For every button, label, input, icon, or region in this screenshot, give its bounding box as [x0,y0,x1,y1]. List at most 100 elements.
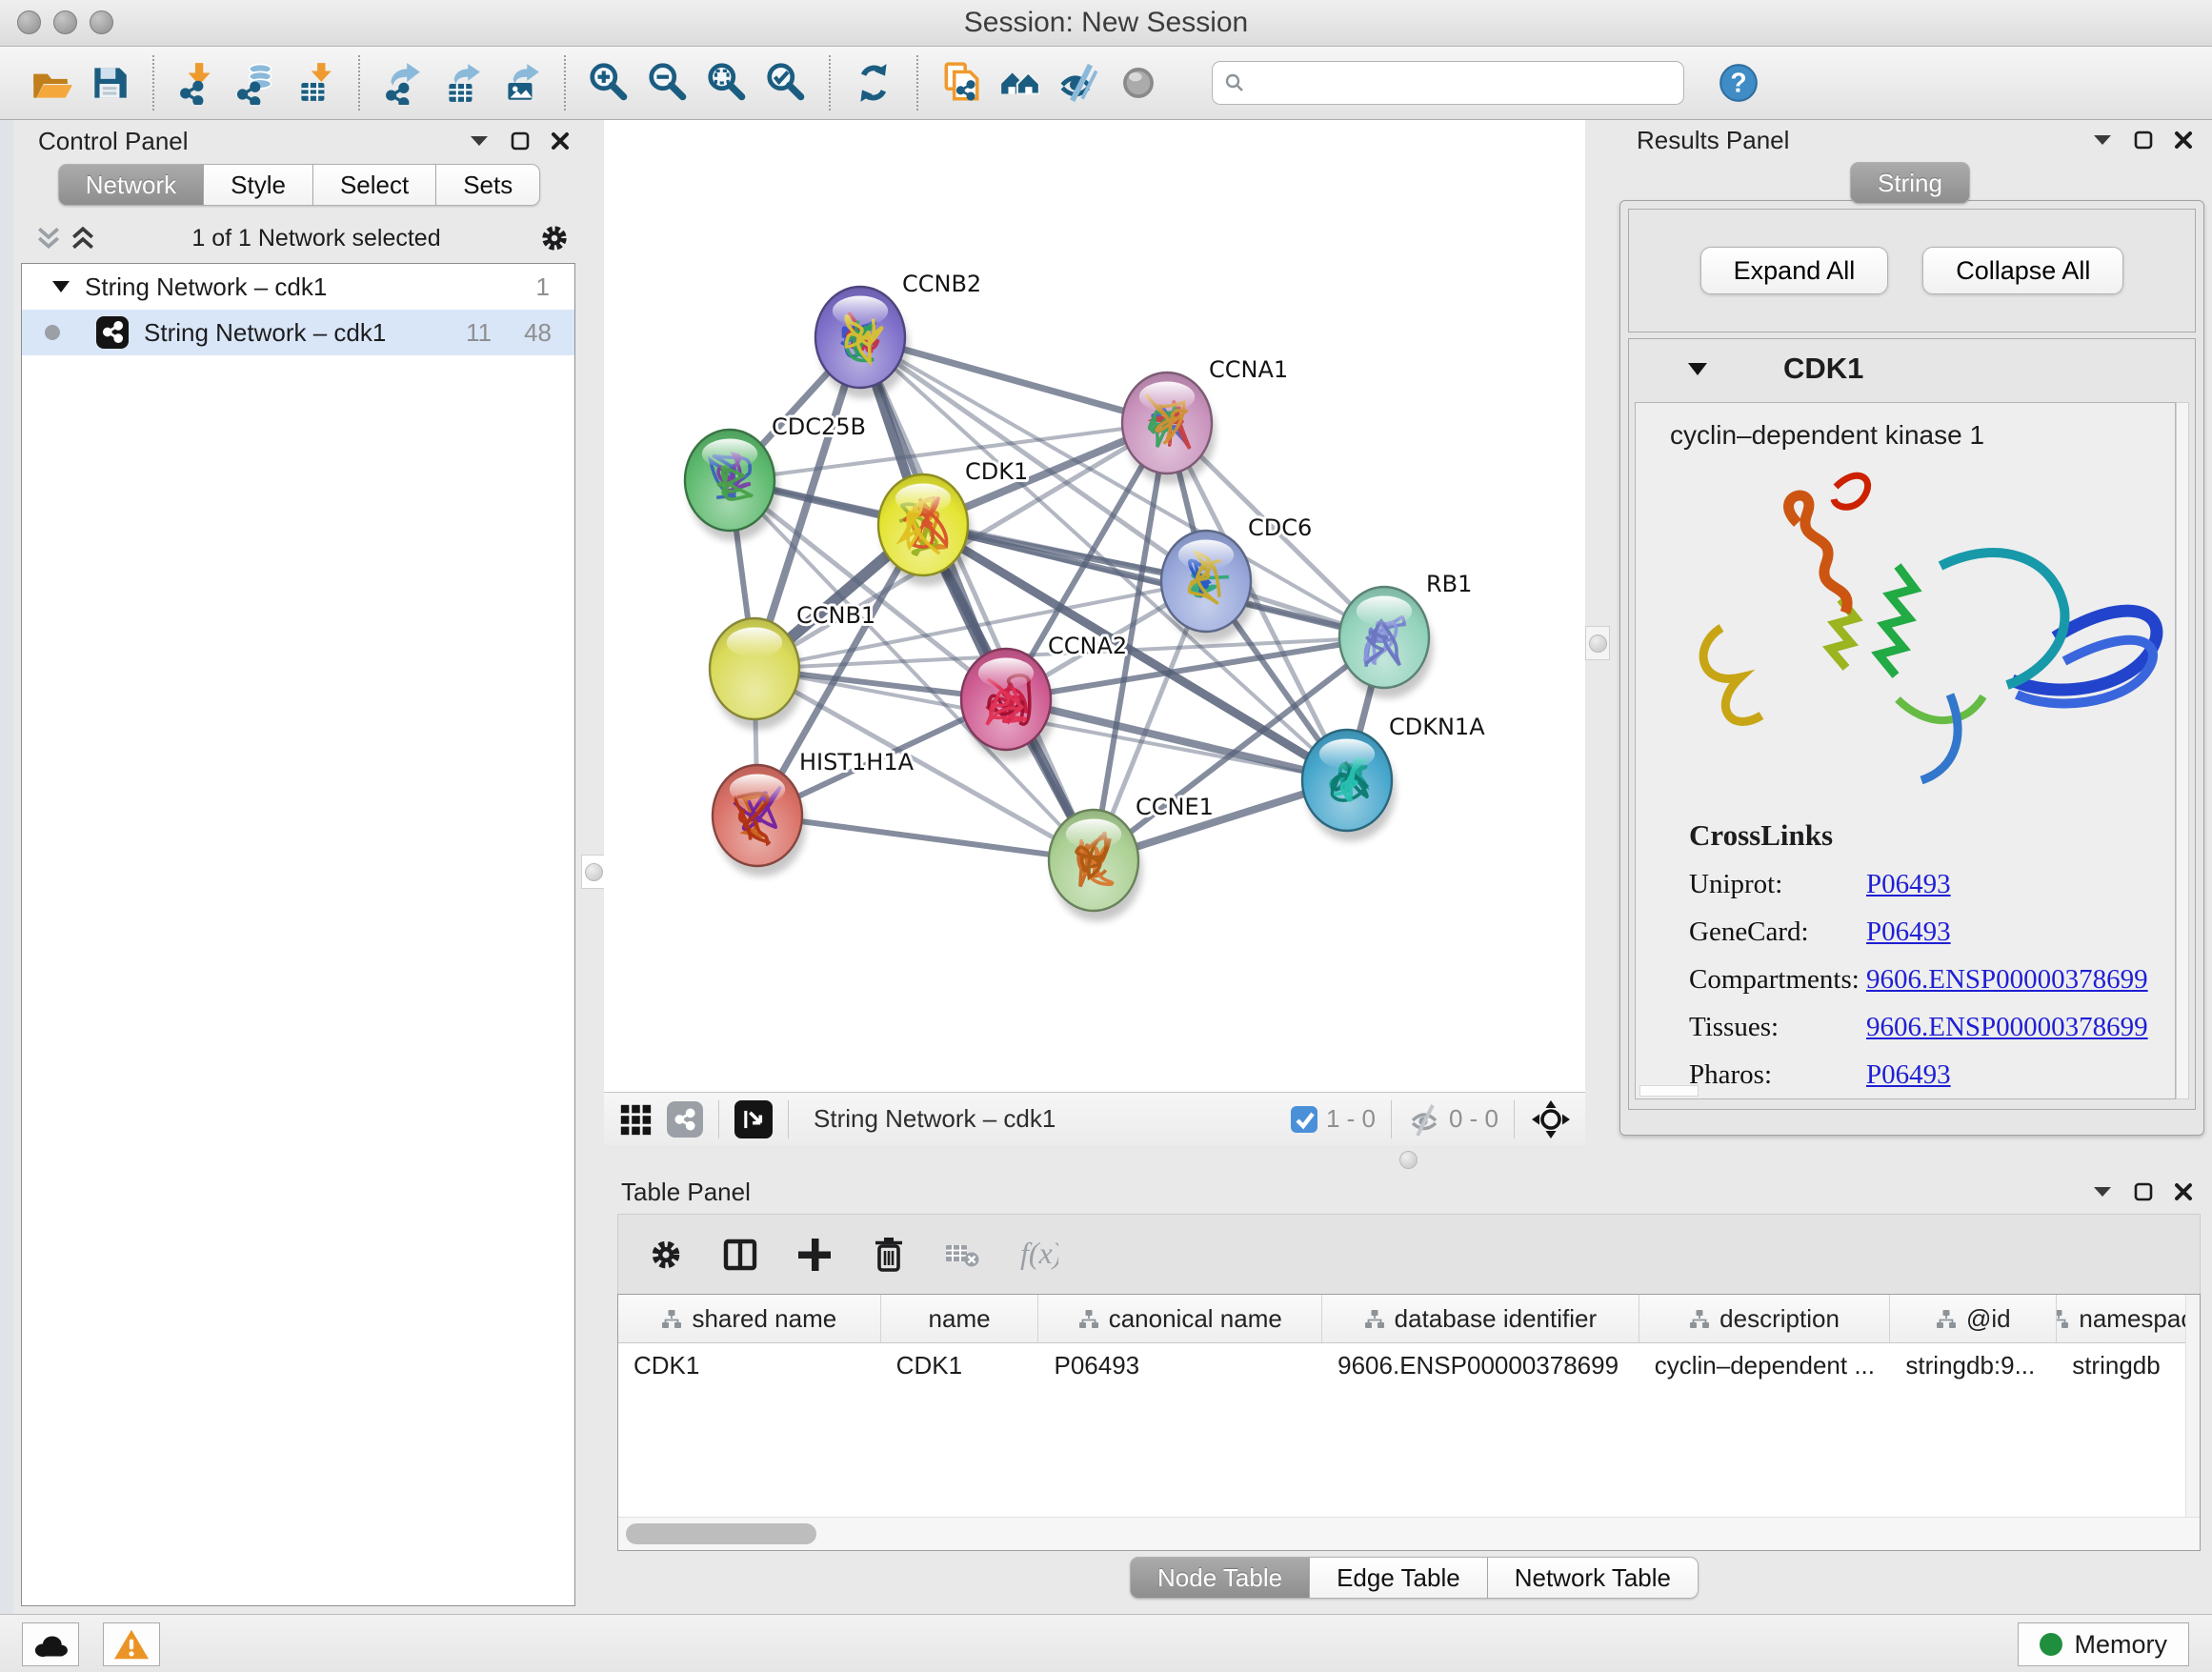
bottom-splitter-handle[interactable] [1399,1151,1418,1169]
network-collection-row[interactable]: String Network – cdk1 1 [22,264,574,310]
home-button[interactable] [991,52,1050,113]
crosslink-link[interactable]: P06493 [1866,869,1951,900]
network-node-CCNA1[interactable]: CCNA1 [1122,356,1288,484]
help-button[interactable]: ? [1709,52,1768,113]
collapse-all-networks-icon[interactable] [36,226,61,251]
network-node-CDK1[interactable]: CDK1 [878,458,1028,586]
create-column-icon[interactable] [794,1234,835,1276]
table-cell[interactable]: CDK1 [618,1351,881,1380]
search-input[interactable] [1245,68,1659,99]
table-cell[interactable]: 9606.ENSP00000378699 [1322,1351,1639,1380]
network-options-gear-icon[interactable] [537,221,572,255]
results-panel-collapse-icon[interactable] [2092,133,2113,147]
open-session-button[interactable] [21,52,80,113]
table-panel-close-icon[interactable] [2174,1182,2193,1201]
close-window-button[interactable] [17,10,41,34]
tab-sets[interactable]: Sets [436,164,540,206]
import-table-button[interactable] [286,52,345,113]
show-columns-icon[interactable] [719,1234,761,1276]
collapse-triangle-icon[interactable] [50,279,71,294]
hidden-items-eye-icon[interactable] [1407,1101,1441,1138]
column-header-database-identifier[interactable]: database identifier [1322,1295,1639,1342]
tab-select[interactable]: Select [313,164,436,206]
table-settings-gear-icon[interactable] [645,1234,687,1276]
network-node-CCNB2[interactable]: CCNB2 [815,271,981,398]
table-vscroll-track[interactable] [2185,1295,2200,1518]
network-canvas[interactable]: CCNB2 CCNA1 CDC25B CDK1 CDC6 RB1 CCNB1 C… [604,120,1585,1092]
table-cell[interactable]: CDK1 [881,1351,1039,1380]
import-network-button[interactable] [168,52,227,113]
network-node-HIST1H1A[interactable]: HIST1H1A [713,749,915,876]
birdseye-grid-icon[interactable] [617,1101,654,1138]
fit-selection-crosshair-icon[interactable] [1530,1098,1572,1140]
zoom-selected-button[interactable] [756,52,815,113]
maximize-window-button[interactable] [90,10,113,34]
column-header-namespace[interactable]: namespace [2057,1295,2200,1342]
results-panel-close-icon[interactable] [2174,131,2193,150]
export-table-button[interactable] [432,52,492,113]
column-header-canonical-name[interactable]: canonical name [1038,1295,1322,1342]
network-node-CDKN1A[interactable]: CDKN1A [1302,714,1485,841]
tab-network-table[interactable]: Network Table [1488,1557,1699,1599]
results-vscroll-track[interactable] [2176,402,2189,1099]
export-image-button[interactable] [492,52,551,113]
network-overview-icon[interactable] [667,1101,703,1138]
left-splitter-handle[interactable] [581,855,606,889]
network-row-selected[interactable]: String Network – cdk1 11 48 [22,310,574,355]
import-from-database-button[interactable] [227,52,286,113]
collapse-all-button[interactable]: Collapse All [1922,247,2123,294]
open-in-new-window-icon[interactable] [734,1100,773,1138]
cloud-status-button[interactable] [22,1622,79,1666]
control-panel-collapse-icon[interactable] [469,134,490,148]
expand-all-button[interactable]: Expand All [1700,247,1889,294]
table-cell[interactable]: cyclin–dependent ... [1639,1351,1891,1380]
crosslink-link[interactable]: P06493 [1866,1059,1951,1091]
column-header-description[interactable]: description [1639,1295,1891,1342]
results-hscroll-thumb[interactable] [1639,1085,1699,1097]
right-splitter-handle[interactable] [1585,626,1610,660]
network-node-CDC6[interactable]: CDC6 [1161,514,1312,642]
zoom-in-button[interactable] [579,52,638,113]
column-header-name[interactable]: name [881,1295,1039,1342]
crosslink-link[interactable]: P06493 [1866,917,1951,948]
table-panel-float-icon[interactable] [2134,1182,2153,1201]
expand-all-networks-icon[interactable] [70,226,95,251]
selected-items-checkbox-icon[interactable] [1290,1105,1318,1134]
minimize-window-button[interactable] [53,10,77,34]
export-network-button[interactable] [373,52,432,113]
tab-string[interactable]: String [1850,162,1970,204]
section-collapse-triangle-icon[interactable] [1686,361,1709,377]
network-node-CDC25B[interactable]: CDC25B [685,413,866,541]
network-node-CCNB1[interactable]: CCNB1 [710,602,875,730]
show-all-button[interactable] [1109,52,1168,113]
refresh-button[interactable] [844,52,903,113]
table-cell[interactable]: stringdb [2057,1351,2200,1380]
network-node-RB1[interactable]: RB1 [1339,571,1472,698]
tab-style[interactable]: Style [204,164,313,206]
table-hscroll-thumb[interactable] [626,1523,816,1544]
zoom-out-button[interactable] [638,52,697,113]
tab-edge-table[interactable]: Edge Table [1310,1557,1488,1599]
save-session-button[interactable] [80,52,139,113]
column-header-@id[interactable]: @id [1890,1295,2057,1342]
delete-column-icon[interactable] [868,1234,910,1276]
zoom-fit-button[interactable] [697,52,756,113]
control-panel-close-icon[interactable] [551,131,570,151]
table-row[interactable]: CDK1CDK1P064939606.ENSP00000378699cyclin… [618,1343,2200,1387]
warnings-button[interactable] [103,1622,160,1666]
results-panel-float-icon[interactable] [2134,131,2153,150]
table-hscroll-track[interactable] [618,1517,2200,1550]
table-cell[interactable]: stringdb:9... [1890,1351,2057,1380]
hide-selected-button[interactable] [1050,52,1109,113]
tab-node-table[interactable]: Node Table [1130,1557,1310,1599]
clone-network-button[interactable] [932,52,991,113]
control-panel-float-icon[interactable] [511,131,530,151]
crosslink-link[interactable]: 9606.ENSP00000378699 [1866,964,2148,996]
column-header-shared-name[interactable]: shared name [618,1295,881,1342]
search-box[interactable] [1212,61,1684,105]
table-cell[interactable]: P06493 [1038,1351,1322,1380]
crosslink-link[interactable]: 9606.ENSP00000378699 [1866,1012,2148,1043]
tab-network[interactable]: Network [58,164,204,206]
table-panel-collapse-icon[interactable] [2092,1185,2113,1199]
memory-button[interactable]: Memory [2018,1622,2189,1666]
